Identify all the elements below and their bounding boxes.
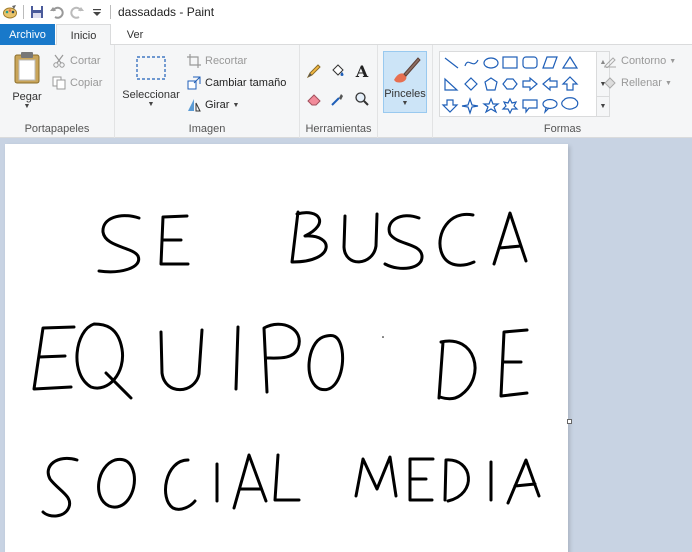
chevron-down-icon: ▼ <box>401 100 409 107</box>
outline-label: Contorno <box>621 55 667 67</box>
handwritten-line-3 <box>41 453 541 518</box>
brushes-button[interactable]: Pinceles ▼ <box>383 51 427 113</box>
resize-button[interactable]: Cambiar tamaño <box>187 73 286 93</box>
outline-button[interactable]: Contorno ▼ <box>603 51 676 71</box>
cut-button[interactable]: Cortar <box>52 51 101 71</box>
fill-bucket-icon[interactable] <box>328 61 348 81</box>
fill-icon <box>604 77 616 89</box>
paint-app-icon[interactable] <box>0 2 20 22</box>
text-tool-icon[interactable]: A <box>352 61 372 81</box>
brush-icon <box>394 57 421 83</box>
save-icon[interactable] <box>27 2 47 22</box>
clipboard-group: Pegar ▼ Cortar Copiar Portapapeles <box>0 45 115 138</box>
shapes-group: ▲ ▼ ▼ Contorno ▼ Rellenar ▼ Formas <box>433 45 692 138</box>
copy-button[interactable]: Copiar <box>52 73 102 93</box>
brushes-label: Pinceles <box>384 88 426 100</box>
quick-access-toolbar <box>0 2 114 22</box>
brushes-group: Pinceles ▼ <box>378 45 433 138</box>
image-group: Seleccionar ▼ Recortar Cambiar tamaño Gi… <box>115 45 300 138</box>
divider <box>110 5 111 19</box>
title-bar: dassadads - Paint <box>0 0 692 24</box>
paste-button[interactable]: Pegar ▼ <box>6 51 48 110</box>
ribbon: Pegar ▼ Cortar Copiar Portapapeles Selec… <box>0 45 692 138</box>
handwritten-line-2 <box>32 322 529 401</box>
pencil-icon[interactable] <box>304 61 324 81</box>
rotate-label: Girar <box>205 99 230 111</box>
chevron-down-icon: ▼ <box>232 101 240 109</box>
workspace <box>0 139 692 552</box>
ribbon-tabs: Archivo Inicio Ver <box>0 24 692 46</box>
resize-icon <box>187 76 201 90</box>
clipboard-icon <box>14 52 40 84</box>
color-picker-icon[interactable] <box>328 89 348 109</box>
crop-label: Recortar <box>205 55 248 67</box>
chevron-down-icon: ▼ <box>669 57 677 65</box>
selection-rectangle-icon <box>136 56 166 80</box>
drawing-canvas[interactable] <box>5 144 568 552</box>
handwritten-drawing <box>32 210 541 518</box>
tools-group: A Herramientas <box>300 45 378 138</box>
shapes-gallery <box>439 51 597 117</box>
canvas-resize-handle[interactable] <box>567 419 572 424</box>
resize-label: Cambiar tamaño <box>205 77 287 89</box>
paste-label: Pegar <box>12 91 42 103</box>
scissors-icon <box>53 54 65 68</box>
cut-label: Cortar <box>70 55 101 67</box>
redo-icon[interactable] <box>67 2 87 22</box>
crop-button[interactable]: Recortar <box>187 51 247 71</box>
customize-toolbar-icon[interactable] <box>87 2 107 22</box>
tab-home[interactable]: Inicio <box>56 24 111 46</box>
shapes-gallery-icons <box>441 55 579 115</box>
expand-gallery-icon[interactable]: ▼ <box>597 96 609 116</box>
tools-group-label: Herramientas <box>305 123 372 135</box>
tab-view[interactable]: Ver <box>112 24 158 45</box>
image-group-label: Imagen <box>188 123 226 135</box>
rotate-icon <box>188 99 201 112</box>
outline-pen-icon <box>604 57 616 68</box>
select-button[interactable]: Seleccionar ▼ <box>119 55 183 108</box>
tab-file[interactable]: Archivo <box>0 24 55 45</box>
eraser-icon[interactable] <box>304 89 324 109</box>
chevron-down-icon: ▼ <box>147 101 155 108</box>
divider <box>23 5 24 19</box>
clipboard-group-label: Portapapeles <box>24 123 90 135</box>
chevron-down-icon: ▼ <box>23 103 31 110</box>
rotate-button[interactable]: Girar ▼ <box>187 95 239 115</box>
stray-dot <box>382 336 384 338</box>
copy-label: Copiar <box>70 77 103 89</box>
chevron-down-icon: ▼ <box>664 79 672 87</box>
undo-icon[interactable] <box>47 2 67 22</box>
magnifier-icon[interactable] <box>352 89 372 109</box>
select-label: Seleccionar <box>122 89 180 101</box>
fill-button[interactable]: Rellenar ▼ <box>603 73 672 93</box>
copy-icon <box>52 76 66 90</box>
shapes-group-label: Formas <box>543 123 582 135</box>
window-title: dassadads - Paint <box>118 5 215 19</box>
crop-icon <box>187 54 201 68</box>
handwritten-line-1 <box>97 210 528 274</box>
fill-label: Rellenar <box>621 77 662 89</box>
